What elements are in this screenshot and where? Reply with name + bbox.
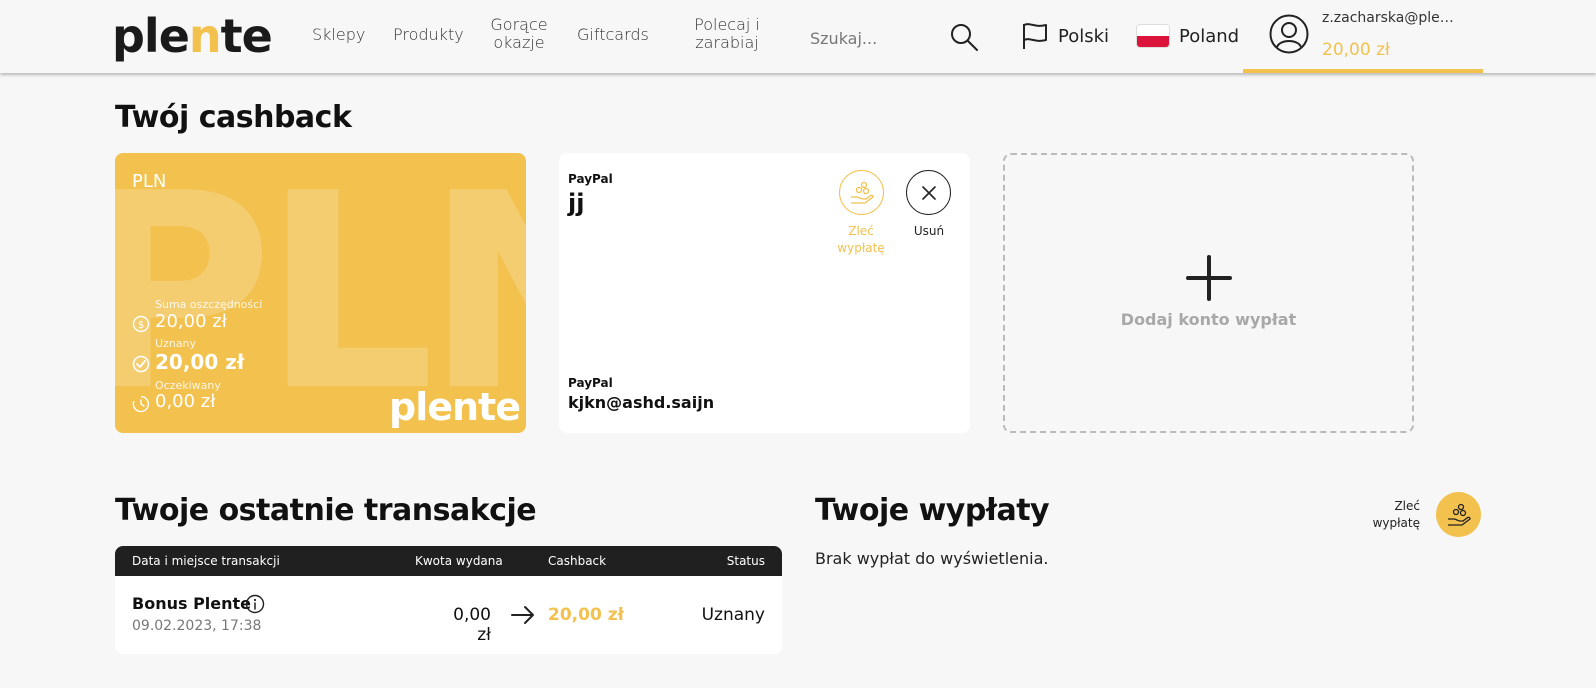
transactions-table-header: Data i miejsce transakcji Kwota wydana C… <box>115 546 782 576</box>
payouts-title: Twoje wypłaty <box>815 493 1050 528</box>
delete-account-button[interactable] <box>906 170 951 215</box>
total-savings-value: 20,00 zł <box>155 311 227 332</box>
clock-icon <box>132 395 150 413</box>
column-header-cashback: Cashback <box>548 554 607 568</box>
approved-value: 20,00 zł <box>155 350 245 374</box>
balance-card: PLN PLN Suma oszczędności $ 20,00 zł Uzn… <box>115 153 526 433</box>
nav-item-polecaj-i-zarabiaj[interactable]: Polecaj i zarabiaj <box>686 16 768 52</box>
logo-text-post: te <box>220 9 273 63</box>
hand-coins-icon <box>850 181 874 204</box>
check-circle-icon <box>132 355 150 373</box>
svg-text:$: $ <box>138 320 144 331</box>
country-label: Poland <box>1179 25 1240 47</box>
payout-account-name: jj <box>568 189 585 217</box>
account-menu[interactable]: z.zacharska@plente.com 20,00 zł <box>1243 0 1483 73</box>
close-icon <box>921 185 936 200</box>
user-avatar-icon <box>1269 14 1309 54</box>
table-row: Bonus Plente 09.02.2023, 17:38 0,00 zł 2… <box>115 576 782 654</box>
transaction-title: Bonus Plente <box>132 594 252 613</box>
nav-item-produkty[interactable]: Produkty <box>393 26 464 44</box>
plente-logo[interactable]: plente <box>112 6 273 66</box>
card-logo: plente <box>389 385 521 429</box>
add-payout-account-label: Dodaj konto wypłat <box>1120 310 1297 329</box>
flag-outline-icon <box>1023 23 1047 49</box>
language-selector[interactable]: Polski <box>1020 18 1109 54</box>
payout-account-email: kjkn@ashd.saijn <box>568 393 715 412</box>
payout-account-card: PayPal jj Zleć wypłatę Usuń PayPal kjkn@… <box>559 153 970 433</box>
column-header-status: Status <box>726 554 765 568</box>
payout-account-type-bottom: PayPal <box>568 376 613 390</box>
logo-text-accent: n <box>188 9 222 63</box>
total-savings-label: Suma oszczędności <box>155 298 263 311</box>
arrow-right-icon <box>511 606 534 624</box>
plus-icon <box>1186 255 1232 301</box>
account-email: z.zacharska@plente.com <box>1322 10 1457 26</box>
request-payout-label[interactable]: Zleć wypłatę <box>831 223 891 257</box>
search-input[interactable] <box>810 24 920 52</box>
logo-text-pre: ple <box>112 9 190 63</box>
card-currency: PLN <box>132 171 167 192</box>
nav-item-sklepy[interactable]: Sklepy <box>312 26 365 44</box>
transaction-date: 09.02.2023, 17:38 <box>132 618 262 634</box>
dollar-circle-icon: $ <box>132 315 150 333</box>
transaction-status: Uznany <box>701 605 765 625</box>
payouts-request-label[interactable]: Zleć wypłatę <box>1360 498 1420 532</box>
payout-account-type: PayPal <box>568 172 613 186</box>
delete-account-label[interactable]: Usuń <box>899 223 959 240</box>
cashback-title: Twój cashback <box>115 100 352 135</box>
payouts-request-button[interactable] <box>1436 492 1481 537</box>
column-header-spent: Kwota wydana <box>415 554 503 568</box>
country-selector[interactable]: Poland <box>1137 18 1239 54</box>
transactions-title: Twoje ostatnie transakcje <box>115 493 537 528</box>
top-header: plente Sklepy Produkty Gorące okazje Gif… <box>0 0 1596 73</box>
nav-item-giftcards[interactable]: Giftcards <box>577 26 649 44</box>
add-payout-account-button[interactable]: Dodaj konto wypłat <box>1003 153 1414 433</box>
approved-label: Uznany <box>155 337 197 350</box>
column-header-date: Data i miejsce transakcji <box>132 554 280 568</box>
info-icon[interactable] <box>245 594 265 614</box>
payouts-empty-message: Brak wypłat do wyświetlenia. <box>815 549 1049 568</box>
transaction-spent: 0,00 zł <box>453 605 491 645</box>
language-label: Polski <box>1058 25 1110 47</box>
nav-item-gorace-okazje[interactable]: Gorące okazje <box>487 16 551 52</box>
account-balance: 20,00 zł <box>1322 40 1390 60</box>
transaction-cashback: 20,00 zł <box>548 605 624 625</box>
hand-coins-icon <box>1447 503 1471 526</box>
request-payout-button[interactable] <box>839 170 884 215</box>
pending-value: 0,00 zł <box>155 391 216 412</box>
search-icon[interactable] <box>949 22 979 52</box>
poland-flag-icon <box>1137 25 1169 47</box>
